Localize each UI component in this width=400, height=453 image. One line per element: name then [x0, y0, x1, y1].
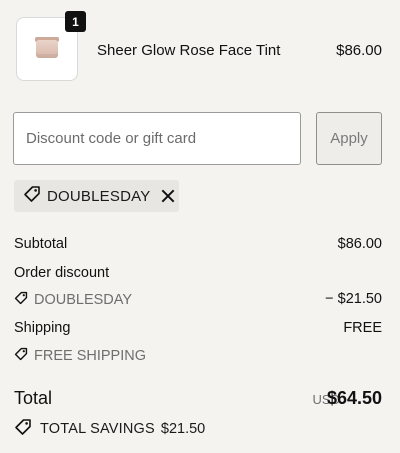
tag-icon [14, 291, 28, 309]
product-price: $86.00 [336, 42, 382, 59]
savings-tag-icon [14, 418, 32, 440]
discount-code-input[interactable] [13, 112, 301, 165]
shipping-label: Shipping [14, 320, 71, 336]
product-name: Sheer Glow Rose Face Tint [97, 42, 281, 59]
total-savings-amount: $21.50 [160, 421, 206, 437]
total-amount: $64.50 [326, 388, 382, 408]
applied-discount-chip: DOUBLESDAY [14, 180, 179, 212]
subtotal-label: Subtotal [14, 236, 68, 252]
applied-discount-code: DOUBLESDAY [47, 187, 151, 205]
order-discount-code-row: DOUBLESDAY [14, 291, 132, 309]
tag-icon [14, 347, 28, 365]
order-discount-code: DOUBLESDAY [34, 292, 133, 308]
product-image [36, 40, 58, 58]
remove-discount-icon[interactable] [161, 189, 175, 203]
order-discount-value: − $21.50 [325, 291, 382, 307]
apply-button[interactable]: Apply [316, 112, 382, 165]
quantity-badge: 1 [65, 11, 86, 32]
shipping-code: FREE SHIPPING [34, 348, 146, 364]
total-savings-row: TOTAL SAVINGS $21.50 [14, 418, 205, 440]
subtotal-value: $86.00 [337, 236, 382, 252]
tag-icon [23, 185, 41, 208]
shipping-value: FREE [343, 320, 382, 336]
order-discount-label: Order discount [14, 265, 110, 281]
total-savings-label: TOTAL SAVINGS [40, 421, 155, 437]
total-label: Total [14, 388, 53, 408]
shipping-code-row: FREE SHIPPING [14, 347, 146, 365]
